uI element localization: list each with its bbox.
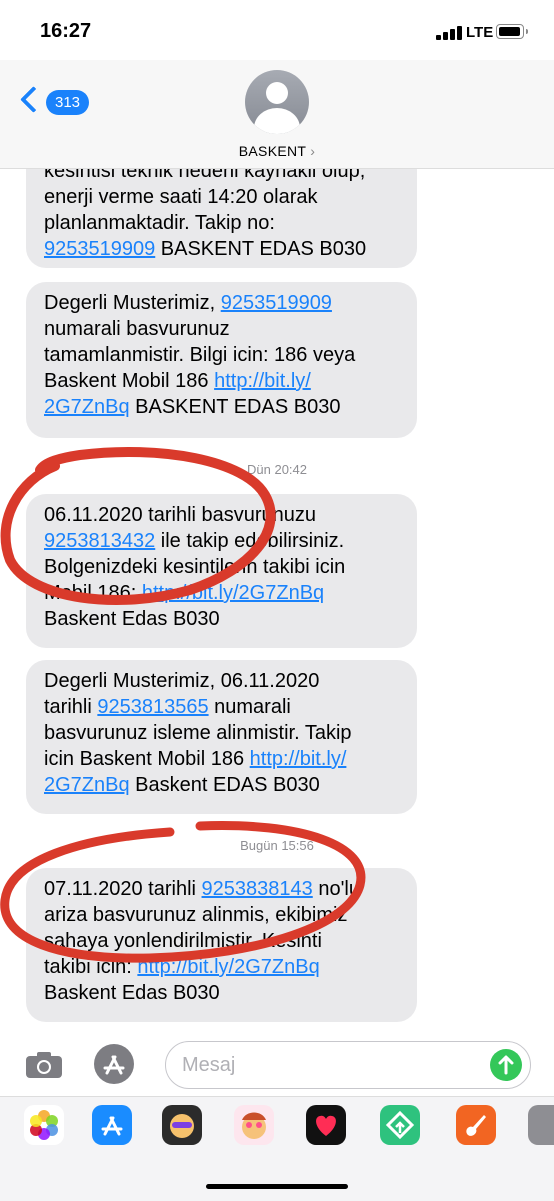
- message-line: 2G7ZnBq BASKENT EDAS B030: [44, 394, 399, 420]
- message-text: BASKENT EDAS B030: [155, 238, 367, 260]
- message-line: sahaya yonlendirilmistir. Kesinti: [44, 930, 322, 952]
- message-text: tarihli: [44, 696, 98, 718]
- home-indicator: [206, 1184, 348, 1189]
- message-line: Bolgenizdeki kesintilerin takibi icin: [44, 556, 346, 578]
- message-text: numarali: [208, 696, 291, 718]
- timestamp: Bugün 15:56: [240, 838, 314, 853]
- message-line: ariza basvurunuz alinmis, ekibimiz: [44, 904, 348, 926]
- message-line: 9253519909 BASKENT EDAS B030: [44, 236, 399, 262]
- message-line: tarihli 9253813565 numarali: [44, 694, 399, 720]
- share-app-icon[interactable]: [380, 1105, 420, 1145]
- message-line: enerji verme saati 14:20 olarak: [44, 186, 318, 208]
- message-text: 07.11.2020 tarihli: [44, 878, 202, 900]
- message-text: Baskent EDAS B030: [129, 774, 320, 796]
- message-bubble[interactable]: Degerli Musterimiz, 9253519909 numarali …: [26, 282, 417, 438]
- tracking-number-link[interactable]: 9253519909: [44, 238, 155, 260]
- battery-icon: [496, 24, 528, 39]
- url-link[interactable]: http://bit.ly/2G7ZnBq: [137, 956, 319, 978]
- message-input[interactable]: Mesaj: [165, 1041, 531, 1089]
- url-link[interactable]: http://bit.ly/2G7ZnBq: [142, 582, 324, 604]
- message-text: BASKENT EDAS B030: [129, 396, 341, 418]
- more-apps-icon[interactable]: [528, 1105, 554, 1145]
- url-link[interactable]: http://bit.ly/: [214, 370, 311, 392]
- contact-name[interactable]: BASKENT ›: [0, 143, 554, 159]
- message-text: ile takip edebilirsiniz.: [155, 530, 345, 552]
- message-line: planlanmaktadir. Takip no:: [44, 212, 275, 234]
- tracking-number-link[interactable]: 9253813432: [44, 530, 155, 552]
- contact-avatar[interactable]: [245, 70, 309, 134]
- conversation-header: 313 BASKENT ›: [0, 60, 554, 169]
- back-button[interactable]: 313: [20, 86, 90, 118]
- message-line: tamamlanmistir. Bilgi icin: 186 veya: [44, 344, 356, 366]
- memoji-stickers-icon[interactable]: [234, 1105, 274, 1145]
- message-text: Mobil 186:: [44, 582, 142, 604]
- message-list[interactable]: kesintisi teknik nedeni kaynakli olup, e…: [0, 168, 554, 1028]
- url-link[interactable]: http://bit.ly/: [250, 748, 347, 770]
- photos-icon[interactable]: [24, 1105, 64, 1145]
- message-bubble[interactable]: 06.11.2020 tarihli basvurunuzu 925381343…: [26, 494, 417, 648]
- timestamp: Dün 20:42: [247, 462, 307, 477]
- message-line: icin Baskent Mobil 186 http://bit.ly/: [44, 746, 399, 772]
- message-text: icin Baskent Mobil 186: [44, 748, 250, 770]
- message-line: 9253813432 ile takip edebilirsiniz.: [44, 528, 399, 554]
- tracking-number-link[interactable]: 9253813565: [97, 696, 208, 718]
- contact-name-label: BASKENT: [238, 143, 307, 159]
- heart-digital-touch-icon[interactable]: [306, 1105, 346, 1145]
- message-bubble[interactable]: Degerli Musterimiz, 06.11.2020 tarihli 9…: [26, 660, 417, 814]
- app-store-drawer-icon[interactable]: [92, 1105, 132, 1145]
- message-line: Degerli Musterimiz, 06.11.2020: [44, 670, 320, 692]
- message-line: Baskent Edas B030: [44, 608, 220, 630]
- send-button[interactable]: [490, 1049, 522, 1081]
- status-bar: 16:27 LTE: [0, 0, 554, 60]
- signal-icon: [436, 26, 464, 40]
- chevron-right-icon: ›: [310, 143, 316, 159]
- message-line: Mobil 186: http://bit.ly/2G7ZnBq: [44, 580, 399, 606]
- app-store-icon[interactable]: [94, 1044, 134, 1084]
- camera-icon[interactable]: [26, 1052, 62, 1078]
- message-text: Baskent Mobil 186: [44, 370, 215, 392]
- message-input-placeholder: Mesaj: [182, 1054, 236, 1076]
- message-line: basvurunuz isleme alinmistir. Takip: [44, 722, 352, 744]
- compose-bar: Mesaj: [0, 1028, 554, 1096]
- tracking-number-link[interactable]: 9253838143: [202, 878, 313, 900]
- garageband-icon[interactable]: [456, 1105, 496, 1145]
- memoji-icon[interactable]: [162, 1105, 202, 1145]
- message-text: takibi icin:: [44, 956, 138, 978]
- message-line: 07.11.2020 tarihli 9253838143 no'lu: [44, 876, 399, 902]
- message-text: Degerli Musterimiz,: [44, 292, 221, 314]
- message-line: Degerli Musterimiz, 9253519909: [44, 290, 399, 316]
- message-bubble[interactable]: kesintisi teknik nedeni kaynakli olup, e…: [26, 168, 417, 268]
- message-line: Baskent Mobil 186 http://bit.ly/: [44, 368, 399, 394]
- message-line: Baskent Edas B030: [44, 982, 220, 1004]
- message-text: no'lu: [312, 878, 360, 900]
- message-line: numarali basvurunuz: [44, 318, 230, 340]
- chevron-left-icon: [20, 86, 47, 113]
- send-icon: [498, 1055, 514, 1075]
- message-line: takibi icin: http://bit.ly/2G7ZnBq: [44, 954, 399, 980]
- unread-count-badge: 313: [46, 90, 90, 115]
- tracking-number-link[interactable]: 9253519909: [221, 292, 332, 314]
- message-bubble[interactable]: 07.11.2020 tarihli 9253838143 no'lu ariz…: [26, 868, 417, 1022]
- clock: 16:27: [40, 20, 92, 42]
- message-line: kesintisi teknik nedeni kaynakli olup,: [44, 168, 366, 182]
- url-link[interactable]: 2G7ZnBq: [44, 396, 130, 418]
- network-type: LTE: [466, 24, 494, 41]
- url-link[interactable]: 2G7ZnBq: [44, 774, 130, 796]
- message-line: 06.11.2020 tarihli basvurunuzu: [44, 504, 317, 526]
- message-line: 2G7ZnBq Baskent EDAS B030: [44, 772, 399, 798]
